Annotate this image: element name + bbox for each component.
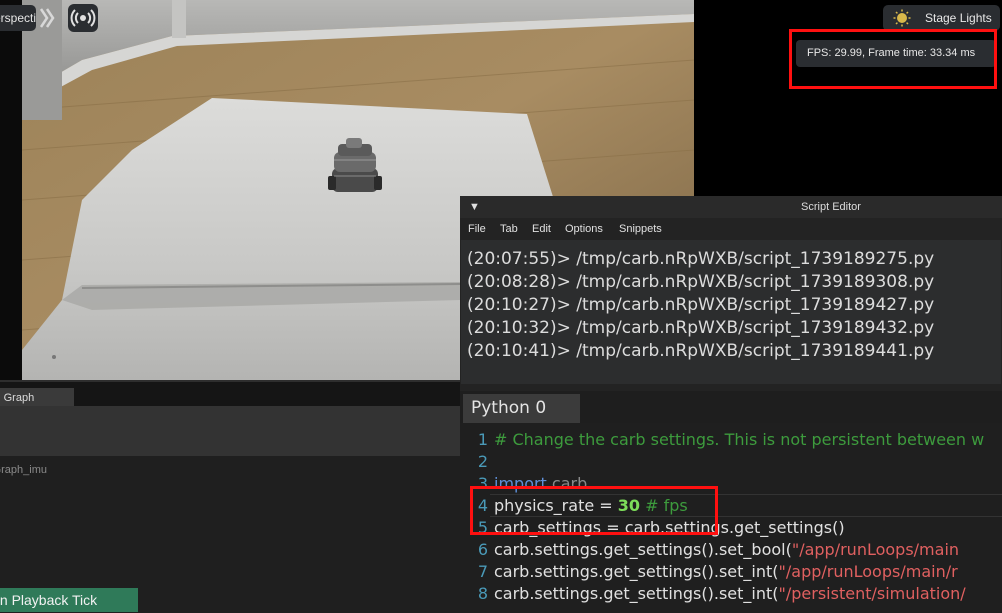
menu-edit[interactable]: Edit [532, 218, 551, 240]
menu-file[interactable]: File [468, 218, 486, 240]
stage-lights-label: Stage Lights [925, 11, 992, 25]
menu-options[interactable]: Options [565, 218, 603, 240]
script-editor-title: Script Editor [801, 201, 861, 213]
line-number: 6 [477, 540, 488, 559]
log-line: (20:07:55)> /tmp/carb.nRpWXB/script_1739… [467, 249, 935, 269]
log-line: (20:08:28)> /tmp/carb.nRpWXB/script_1739… [467, 272, 935, 292]
tab-action-graph-label: Action Graph [0, 392, 35, 404]
script-editor-window: ▼ Script Editor File Tab Edit Options Sn… [460, 196, 1002, 613]
node-title: On Playback Tick [0, 592, 98, 608]
graph-name-label: ActionGraph_imu [0, 464, 47, 476]
camera-perspective-label: Perspective [0, 11, 36, 25]
broadcast-icon[interactable] [68, 4, 98, 32]
graph-tab-bar: Action Graph [0, 380, 460, 408]
line-number: 8 [477, 584, 488, 603]
line-number: 1 [477, 430, 488, 449]
code-line-1: 1 # Change the carb settings. This is no… [460, 429, 1002, 451]
editor-tab-bar: Python 0 [460, 391, 1002, 423]
code-text: carb.settings.get_settings().set_bool("/… [494, 540, 960, 559]
menu-tab[interactable]: Tab [500, 218, 518, 240]
code-text: # Change the carb settings. This is not … [494, 430, 985, 449]
line-number: 5 [477, 518, 488, 537]
code-line-6: 6 carb.settings.get_settings().set_bool(… [460, 539, 1002, 561]
code-editor[interactable]: 1 # Change the carb settings. This is no… [460, 423, 1002, 613]
collapse-triangle-icon[interactable]: ▼ [469, 196, 480, 218]
stage-lights-button[interactable]: Stage Lights [883, 5, 1000, 31]
tab-python-0-label: Python 0 [471, 398, 547, 418]
code-text: carb.settings.get_settings().set_int("/a… [494, 562, 958, 581]
line-number: 4 [477, 496, 488, 515]
output-log[interactable]: (20:07:55)> /tmp/carb.nRpWXB/script_1739… [461, 240, 1001, 384]
code-line-8: 8 carb.settings.get_settings().set_int("… [460, 583, 1002, 605]
line-number: 7 [477, 562, 488, 581]
code-text: physics_rate = 30 # fps [494, 496, 688, 515]
code-line-5: 5 carb_settings = carb.settings.get_sett… [460, 517, 1002, 539]
line-number: 2 [477, 452, 488, 471]
line-number: 3 [477, 474, 488, 493]
code-line-7: 7 carb.settings.get_settings().set_int("… [460, 561, 1002, 583]
code-text: import carb [494, 474, 588, 493]
tab-python-0[interactable]: Python 0 [463, 394, 580, 423]
on-playback-tick-node[interactable]: On Playback Tick [0, 588, 138, 612]
tab-action-graph[interactable]: Action Graph [0, 388, 74, 408]
action-graph-panel: Action Graph ActionGraph_imu On Playback… [0, 380, 460, 613]
code-text: carb_settings = carb.settings.get_settin… [494, 518, 845, 537]
code-line-2: 2 [460, 451, 1002, 473]
chevron-right-icon[interactable] [38, 6, 56, 30]
code-text: carb.settings.get_settings().set_int("/p… [494, 584, 966, 603]
camera-perspective-button[interactable]: Perspective [0, 5, 36, 31]
script-editor-menubar: File Tab Edit Options Snippets [460, 218, 1002, 240]
log-line: (20:10:32)> /tmp/carb.nRpWXB/script_1739… [467, 318, 935, 338]
fps-readout: FPS: 29.99, Frame time: 33.34 ms [796, 40, 996, 67]
log-line: (20:10:41)> /tmp/carb.nRpWXB/script_1739… [467, 341, 935, 361]
log-line: (20:10:27)> /tmp/carb.nRpWXB/script_1739… [467, 295, 935, 315]
code-line-4: 4 physics_rate = 30 # fps [460, 495, 1002, 517]
sun-icon [893, 9, 911, 27]
menu-snippets[interactable]: Snippets [619, 218, 662, 240]
graph-toolbar [0, 406, 460, 456]
code-line-3: 3 import carb [460, 473, 1002, 495]
script-editor-titlebar: ▼ Script Editor [460, 196, 1002, 218]
